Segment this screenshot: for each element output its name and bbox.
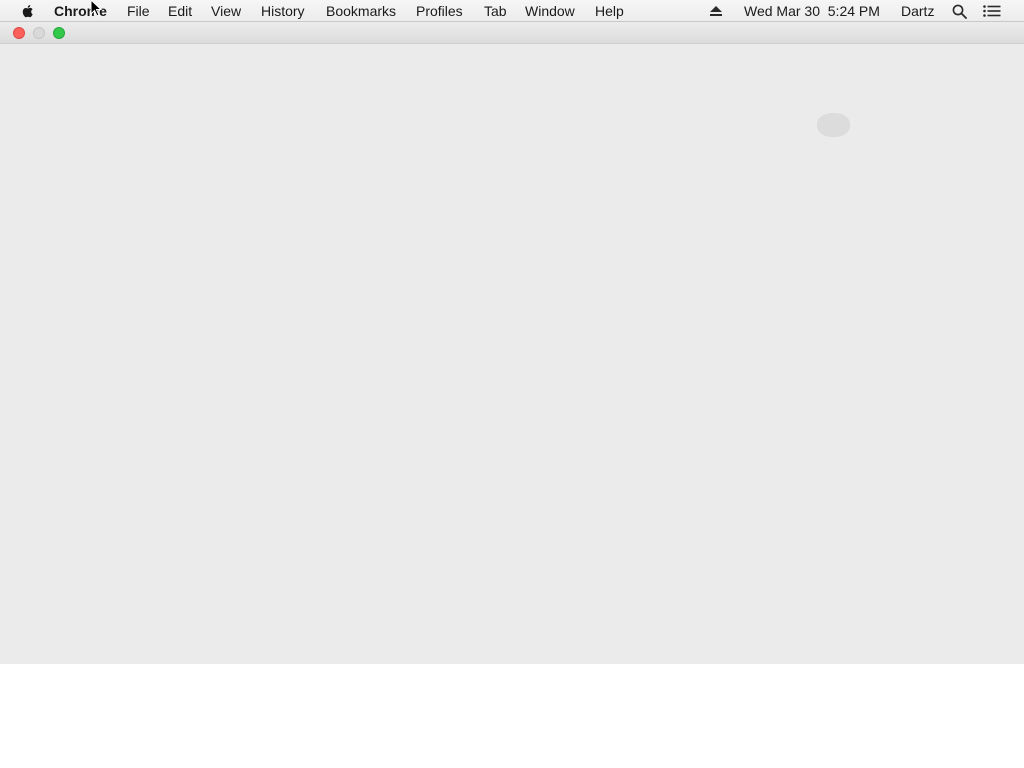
search-icon[interactable] xyxy=(952,4,968,19)
menu-bar: Chrome File Edit View History Bookmarks … xyxy=(0,0,1024,22)
window-zoom-button[interactable] xyxy=(53,27,65,39)
eject-icon[interactable] xyxy=(709,5,723,17)
menu-user[interactable]: Dartz xyxy=(901,2,934,20)
menu-history[interactable]: History xyxy=(261,2,305,20)
notification-center-icon[interactable] xyxy=(983,5,1001,17)
menu-window[interactable]: Window xyxy=(525,2,575,20)
browser-window xyxy=(0,22,1024,664)
menu-tab[interactable]: Tab xyxy=(484,2,507,20)
window-minimize-button[interactable] xyxy=(33,27,45,39)
window-close-button[interactable] xyxy=(13,27,25,39)
window-content-area xyxy=(0,44,1024,664)
menu-help[interactable]: Help xyxy=(595,2,624,20)
menu-profiles[interactable]: Profiles xyxy=(416,2,463,20)
menu-edit[interactable]: Edit xyxy=(168,2,192,20)
menu-view[interactable]: View xyxy=(211,2,241,20)
mouse-cursor-icon xyxy=(90,0,102,17)
loading-placeholder xyxy=(817,113,850,137)
menu-file[interactable]: File xyxy=(127,2,150,20)
menu-bookmarks[interactable]: Bookmarks xyxy=(326,2,396,20)
menu-datetime[interactable]: Wed Mar 30 5:24 PM xyxy=(744,2,880,20)
window-titlebar[interactable] xyxy=(0,22,1024,44)
apple-logo-icon[interactable] xyxy=(20,3,36,19)
desktop-background xyxy=(0,664,1024,768)
